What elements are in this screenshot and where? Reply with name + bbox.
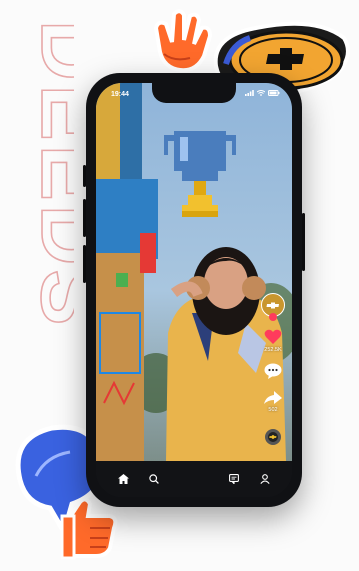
svg-text:DEEDS: DEEDS bbox=[24, 20, 74, 329]
signal-icon bbox=[245, 90, 254, 96]
share-icon[interactable] bbox=[264, 391, 282, 405]
phone-mockup: 19:44 252.5K 502 bbox=[83, 73, 305, 507]
tab-home[interactable] bbox=[113, 469, 133, 489]
comment-icon[interactable] bbox=[264, 363, 282, 379]
tab-inbox[interactable] bbox=[224, 469, 244, 489]
creator-avatar[interactable] bbox=[261, 293, 285, 321]
share-count: 502 bbox=[268, 407, 278, 413]
music-disc-icon[interactable] bbox=[265, 429, 281, 445]
chevrolet-disc-logo-icon bbox=[269, 435, 277, 439]
search-icon bbox=[148, 474, 159, 484]
phone-mute-switch bbox=[83, 165, 86, 187]
action-rail: 252.5K 502 bbox=[256, 293, 290, 445]
phone-volume-down bbox=[83, 245, 86, 283]
like-heart-icon[interactable] bbox=[264, 329, 282, 345]
wifi-icon bbox=[257, 90, 265, 96]
inbox-icon bbox=[229, 474, 240, 484]
tab-profile[interactable] bbox=[255, 469, 275, 489]
chevrolet-logo-icon bbox=[266, 302, 279, 308]
follow-plus-icon[interactable] bbox=[269, 313, 277, 321]
bottom-tab-bar bbox=[96, 461, 292, 497]
background-word-deeds: DEEDS bbox=[23, 19, 74, 330]
phone-volume-up bbox=[83, 199, 86, 237]
like-count: 252.5K bbox=[264, 347, 282, 353]
tab-discover[interactable] bbox=[144, 469, 164, 489]
home-icon bbox=[117, 474, 129, 484]
tab-spacer bbox=[174, 469, 214, 489]
status-bar: 19:44 bbox=[96, 83, 292, 105]
status-time: 19:44 bbox=[111, 91, 129, 98]
profile-icon bbox=[260, 474, 270, 484]
phone-power-button bbox=[302, 213, 305, 271]
battery-icon bbox=[268, 90, 280, 96]
phone-screen: 19:44 252.5K 502 bbox=[96, 83, 292, 497]
